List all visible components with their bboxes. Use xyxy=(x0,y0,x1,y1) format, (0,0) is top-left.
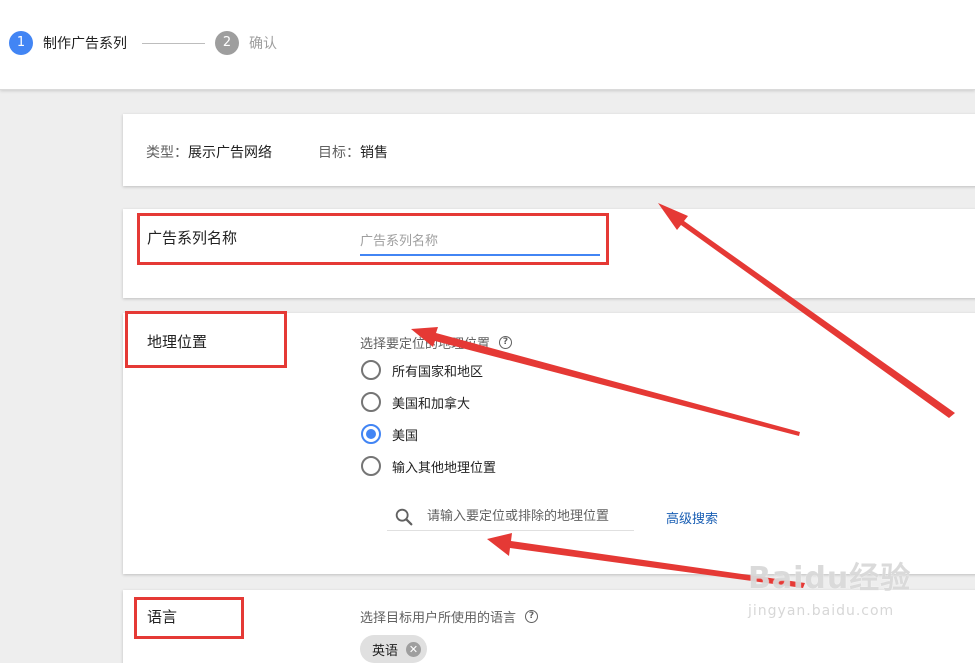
step-1-label: 制作广告系列 xyxy=(43,36,127,52)
radio-button[interactable] xyxy=(361,360,381,380)
campaign-type: 类型：展示广告网络 xyxy=(146,142,272,162)
annotation-box-language xyxy=(134,597,244,639)
radio-button-selected[interactable] xyxy=(361,424,381,444)
advanced-search-link[interactable]: 高级搜索 xyxy=(666,508,718,527)
language-chip[interactable]: 英语 ✕ xyxy=(360,635,428,663)
campaign-goal: 目标：销售 xyxy=(318,142,388,162)
radio-button[interactable] xyxy=(361,456,381,476)
campaign-type-label: 类型： xyxy=(146,145,188,161)
stepper-bar: 1 制作广告系列 2 确认 xyxy=(0,0,975,90)
help-icon[interactable]: ? xyxy=(499,336,513,349)
radio-button[interactable] xyxy=(361,392,381,412)
campaign-goal-label: 目标： xyxy=(318,145,360,161)
step-2[interactable]: 2 确认 xyxy=(215,31,277,55)
close-icon[interactable]: ✕ xyxy=(406,641,422,657)
search-icon xyxy=(395,508,413,525)
campaign-type-value: 展示广告网络 xyxy=(188,145,272,161)
step-2-label: 确认 xyxy=(249,36,277,52)
location-option-label: 所有国家和地区 xyxy=(392,364,484,380)
location-option-label: 输入其他地理位置 xyxy=(392,460,497,476)
language-chip-label: 英语 xyxy=(372,643,399,659)
location-option-us[interactable]: 美国 xyxy=(361,424,418,444)
location-option-label: 美国和加拿大 xyxy=(392,396,471,412)
annotation-box-campaign-name xyxy=(137,213,609,265)
language-prompt-text: 选择目标用户所使用的语言 xyxy=(360,611,517,626)
stepper-connector xyxy=(142,43,205,44)
language-prompt: 选择目标用户所使用的语言 ? xyxy=(360,607,539,626)
step-2-number: 2 xyxy=(215,31,239,55)
watermark-brand: Baidu经验 xyxy=(748,561,912,596)
location-prompt-text: 选择要定位的地理位置 xyxy=(360,337,491,352)
location-option-all[interactable]: 所有国家和地区 xyxy=(361,360,483,380)
help-icon[interactable]: ? xyxy=(525,610,539,623)
location-search-field[interactable] xyxy=(387,503,634,531)
location-option-other[interactable]: 输入其他地理位置 xyxy=(361,456,496,476)
campaign-summary-card: 类型：展示广告网络 目标：销售 xyxy=(123,114,975,186)
step-1[interactable]: 1 制作广告系列 xyxy=(9,31,127,55)
annotation-box-location xyxy=(125,311,287,368)
watermark-url: jingyan.baidu.com xyxy=(748,603,895,619)
location-search-input[interactable] xyxy=(427,509,627,524)
watermark-logo: Baidu经验 jingyan.baidu.com xyxy=(748,553,911,619)
location-option-us-canada[interactable]: 美国和加拿大 xyxy=(361,392,470,412)
step-1-number: 1 xyxy=(9,31,33,55)
campaign-goal-value: 销售 xyxy=(360,145,388,161)
location-option-label: 美国 xyxy=(392,428,419,444)
location-prompt: 选择要定位的地理位置 ? xyxy=(360,333,513,352)
